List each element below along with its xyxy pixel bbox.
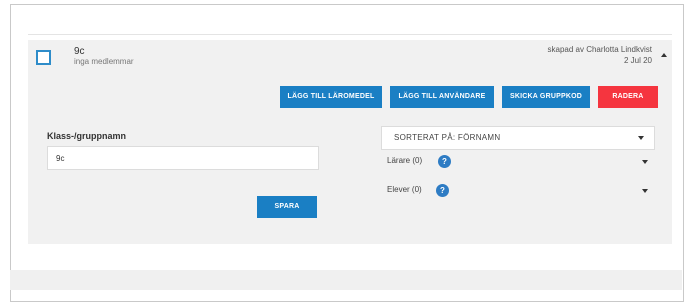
send-group-code-button[interactable]: SKICKA GRUPPKOD [502, 86, 590, 108]
chevron-down-icon [642, 160, 648, 164]
group-members-count: inga medlemmar [74, 57, 134, 66]
add-user-button[interactable]: LÄGG TILL ANVÄNDARE [390, 86, 494, 108]
teachers-label: Lärare (0) [387, 156, 423, 165]
save-button[interactable]: SPARA [257, 196, 317, 218]
students-section[interactable]: Elever (0) ? [381, 183, 653, 199]
select-group-checkbox[interactable] [36, 50, 51, 65]
chevron-down-icon [638, 136, 644, 140]
group-name: 9c [74, 46, 85, 57]
group-name-input[interactable] [47, 146, 319, 170]
add-material-button[interactable]: LÄGG TILL LÄROMEDEL [280, 86, 382, 108]
chevron-down-icon [642, 189, 648, 193]
students-label: Elever (0) [387, 185, 422, 194]
sort-dropdown[interactable]: SORTERAT PÅ: FÖRNAMN [381, 126, 655, 150]
sort-dropdown-label: SORTERAT PÅ: FÖRNAMN [394, 133, 501, 142]
teachers-section[interactable]: Lärare (0) ? [381, 154, 653, 170]
divider [28, 34, 672, 35]
created-by-text: skapad av Charlotta Lindkvist [547, 45, 653, 54]
footer-bar [10, 270, 682, 290]
group-name-label: Klass-/gruppnamn [47, 131, 127, 141]
delete-button[interactable]: RADERA [598, 86, 658, 108]
created-date-text: 2 Jul 20 [623, 56, 652, 65]
help-icon[interactable]: ? [436, 184, 449, 197]
help-icon[interactable]: ? [438, 155, 451, 168]
chevron-up-icon[interactable] [661, 53, 667, 57]
